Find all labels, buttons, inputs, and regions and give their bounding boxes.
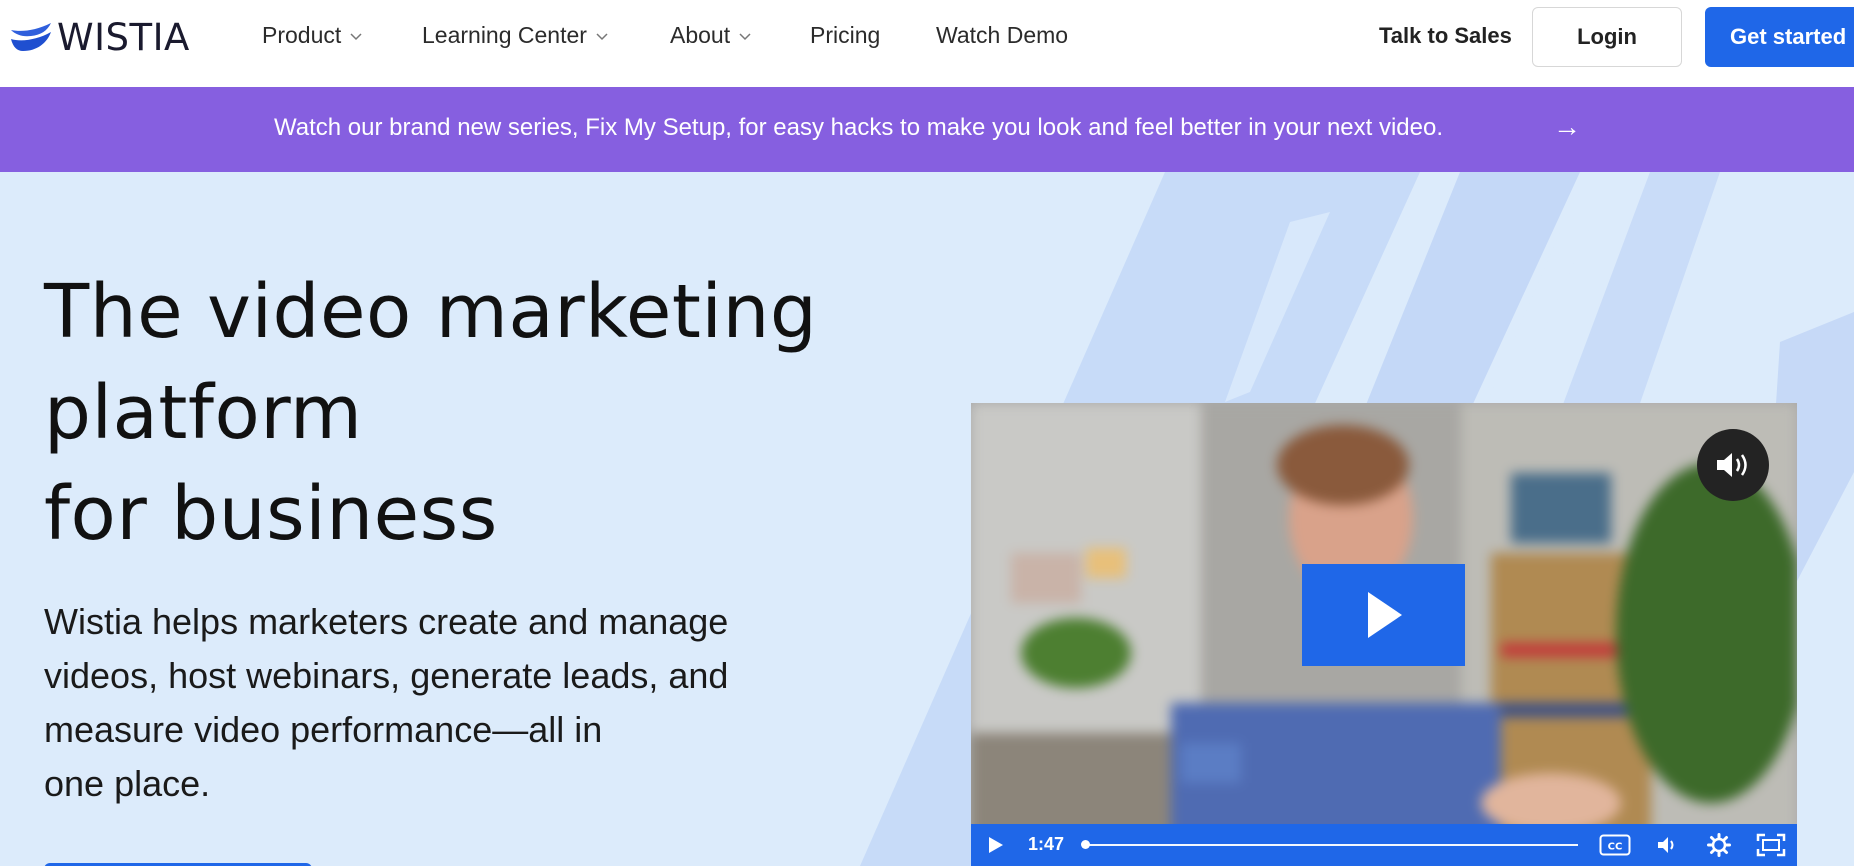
hero-section: The video marketing platform for busines… (0, 172, 1854, 866)
nav-pricing[interactable]: Pricing (810, 22, 880, 49)
get-started-button[interactable]: Get started (1705, 7, 1854, 67)
svg-text:CC: CC (1608, 842, 1623, 853)
fullscreen-icon (1756, 833, 1786, 857)
captions-button[interactable]: CC (1598, 824, 1632, 866)
nav-about-label: About (670, 22, 731, 48)
nav-learning-center-label: Learning Center (422, 22, 587, 48)
speaker-icon (1658, 837, 1674, 853)
hero-headline-line: The video marketing (44, 269, 818, 355)
unmute-button[interactable] (1697, 429, 1769, 501)
volume-icon (1717, 453, 1747, 477)
promo-banner-text: Watch our brand new series, Fix My Setup… (274, 114, 1444, 141)
wistia-logo-icon (11, 23, 51, 51)
hero-subtext-line: videos, host webinars, generate leads, a… (44, 655, 729, 696)
chevron-down-icon (739, 32, 751, 40)
nav-learning-center[interactable]: Learning Center (422, 22, 609, 49)
settings-icon (1707, 833, 1731, 857)
talk-to-sales-link[interactable]: Talk to Sales (1379, 23, 1512, 49)
nav-product[interactable]: Product (262, 22, 363, 49)
nav-product-label: Product (262, 22, 342, 48)
logo-wordmark: WISTIA (57, 16, 190, 59)
hero-subtext: Wistia helps marketers create and manage… (44, 595, 804, 811)
settings-button[interactable] (1704, 824, 1734, 866)
chevron-down-icon (596, 32, 608, 40)
volume-button[interactable] (1653, 824, 1683, 866)
nav-pricing-label: Pricing (810, 22, 881, 48)
hero-headline: The video marketing platform for busines… (44, 262, 844, 565)
fullscreen-button[interactable] (1754, 824, 1788, 866)
hero-headline-line: platform (44, 370, 363, 456)
promo-banner[interactable]: Watch our brand new series, Fix My Setup… (0, 87, 1854, 172)
video-time: 1:47 (1028, 834, 1065, 854)
progress-track[interactable] (1084, 844, 1578, 846)
video-player[interactable]: 1:47 CC (971, 403, 1797, 866)
play-icon (989, 837, 1003, 853)
chevron-down-icon (350, 32, 362, 40)
hero-subtext-line: measure video performance—all in (44, 709, 603, 750)
nav-about[interactable]: About (670, 22, 752, 49)
hero-subtext-line: one place. (44, 763, 211, 804)
hero-headline-line: for business (44, 471, 498, 557)
arrow-right-icon: → (1553, 111, 1581, 142)
nav-watch-demo[interactable]: Watch Demo (936, 22, 1068, 49)
progress-knob[interactable] (1081, 840, 1090, 849)
login-button[interactable]: Login (1532, 7, 1682, 67)
play-icon (1367, 592, 1402, 638)
big-play-button[interactable] (1302, 564, 1465, 666)
video-controls-bar: 1:47 CC (971, 824, 1797, 866)
nav-watch-demo-label: Watch Demo (936, 22, 1069, 48)
captions-icon: CC (1599, 834, 1631, 856)
wistia-logo[interactable]: WISTIA (11, 16, 190, 59)
hero-subtext-line: Wistia helps marketers create and manage (44, 601, 729, 642)
play-button[interactable] (983, 824, 1009, 866)
site-header: WISTIA Product Learning Center About Pri… (0, 0, 1854, 87)
